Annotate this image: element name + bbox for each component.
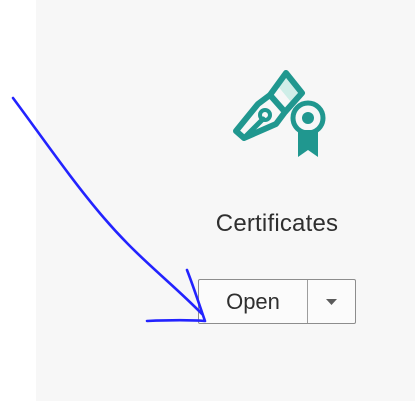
open-dropdown-button[interactable] <box>308 280 355 323</box>
certificates-tool-card[interactable] <box>36 0 415 401</box>
pen-certificate-icon <box>233 70 326 157</box>
chevron-down-icon <box>326 298 337 305</box>
open-button[interactable]: Open <box>199 280 308 323</box>
tool-card-area: Certificates Open <box>0 0 415 401</box>
certificates-label: Certificates <box>215 210 339 237</box>
open-split-button[interactable]: Open <box>198 279 356 324</box>
